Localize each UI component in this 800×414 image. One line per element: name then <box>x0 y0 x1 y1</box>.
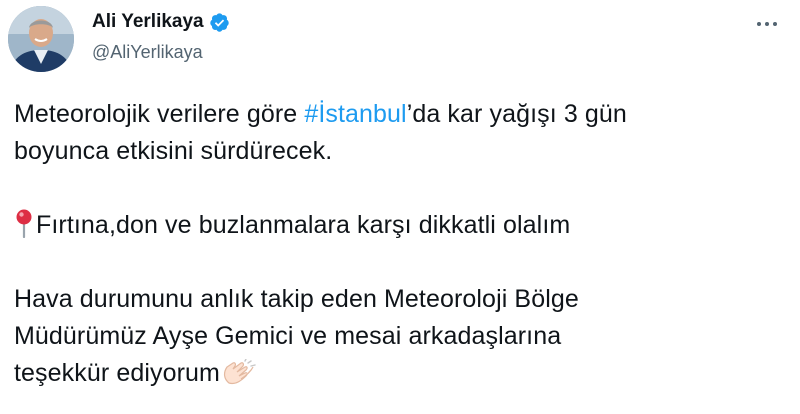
tweet-text-segment: Meteorolojik verilere göre <box>14 100 305 128</box>
verified-badge-icon <box>209 12 230 33</box>
avatar[interactable] <box>8 6 74 72</box>
tweet-text-segment: ’da kar yağışı 3 gün <box>406 100 627 128</box>
tweet-line: Müdürümüz Ayşe Gemici ve mesai arkadaşla… <box>14 322 562 350</box>
tweet-line: Fırtına,don ve buzlanmalara karşı dikkat… <box>14 207 794 244</box>
tweet-line: Meteorolojik verilere göre #İstanbul’da … <box>14 96 794 133</box>
tweet-text-segment: teşekkür ediyorum <box>14 359 220 387</box>
tweet-text: Meteorolojik verilere göre #İstanbul’da … <box>14 96 794 392</box>
round-pushpin-icon <box>14 208 34 239</box>
hashtag-link[interactable]: #İstanbul <box>304 100 406 128</box>
tweet-line: teşekkür ediyorum <box>14 355 794 392</box>
author-handle[interactable]: @AliYerlikaya <box>92 41 203 63</box>
author-display-name[interactable]: Ali Yerlikaya <box>92 11 204 33</box>
clapping-hands-icon <box>221 358 257 385</box>
author-name-row: Ali Yerlikaya <box>92 11 230 33</box>
more-options-icon[interactable] <box>752 14 782 34</box>
tweet-line: boyunca etkisini sürdürecek. <box>14 137 333 165</box>
tweet-text-segment: Fırtına,don ve buzlanmalara karşı dikkat… <box>36 211 571 239</box>
tweet-line: Hava durumunu anlık takip eden Meteorolo… <box>14 285 579 313</box>
tweet-card: Ali Yerlikaya @AliYerlikaya Meteorolojik… <box>0 0 800 414</box>
